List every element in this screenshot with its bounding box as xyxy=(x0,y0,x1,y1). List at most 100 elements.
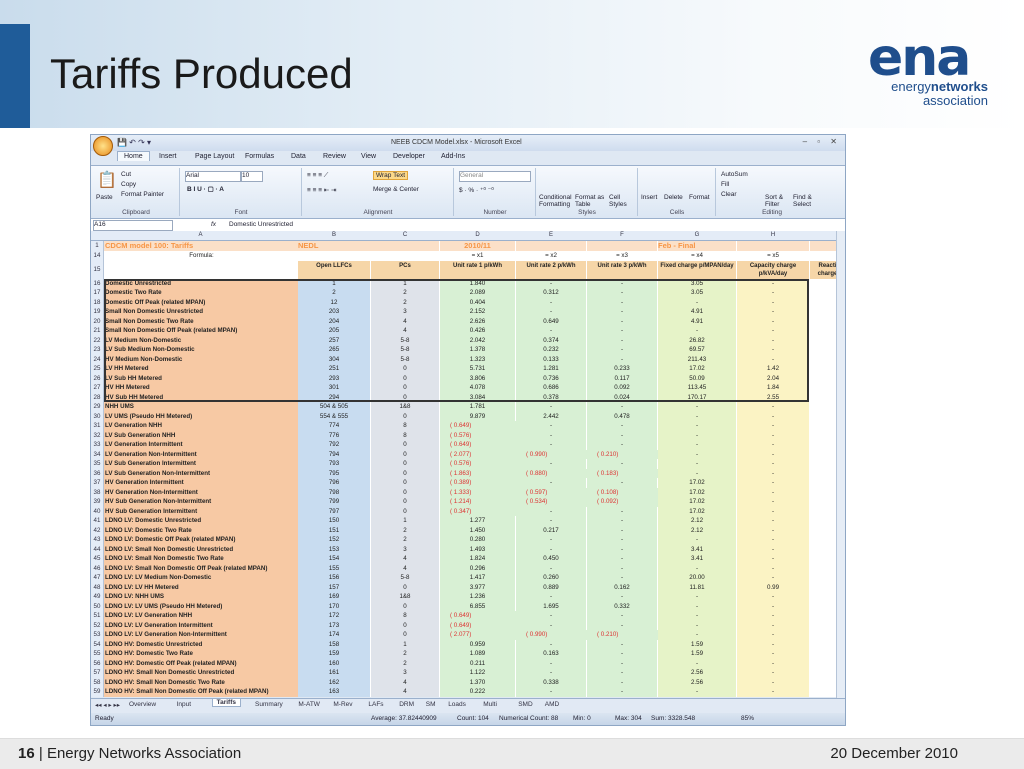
cell-ce[interactable]: - xyxy=(516,278,586,288)
cell-ch[interactable]: - xyxy=(737,402,809,412)
wrap-text-button[interactable]: Wrap Text xyxy=(373,171,409,180)
cell-ce[interactable]: - xyxy=(516,611,586,621)
cell-cf[interactable]: ( 0.210) xyxy=(587,449,667,459)
cell-ch[interactable]: - xyxy=(737,592,809,602)
cell-ce[interactable]: - xyxy=(516,544,586,554)
cell-ca[interactable]: Small Non Domestic Unrestricted xyxy=(104,307,298,317)
cell-cd[interactable]: 2.042 xyxy=(440,335,515,345)
cell-rn[interactable]: 26 xyxy=(91,373,104,383)
cell-cb[interactable]: 304 xyxy=(298,354,370,364)
cell-cg[interactable]: - xyxy=(658,421,736,431)
cell-cb[interactable]: 152 xyxy=(298,535,370,545)
cell-rn[interactable]: 1 xyxy=(91,241,104,251)
cell-cf[interactable]: ( 0.210) xyxy=(587,630,667,640)
cell-cd[interactable]: 0.404 xyxy=(440,297,515,307)
cell-cg[interactable]: - xyxy=(658,411,736,421)
cell-cd[interactable]: ( 0.389) xyxy=(440,478,525,488)
cell-cf[interactable]: - xyxy=(587,544,657,554)
cell-rn[interactable]: 41 xyxy=(91,516,104,526)
cell-ch[interactable]: - xyxy=(737,421,809,431)
cell-cf[interactable]: - xyxy=(587,430,657,440)
cell-cg[interactable]: 26.82 xyxy=(658,335,736,345)
cell-rn[interactable]: 51 xyxy=(91,611,104,621)
cell-ch[interactable]: - xyxy=(737,430,809,440)
cell-cf[interactable]: 0.117 xyxy=(587,373,657,383)
cell-cc[interactable]: 2 xyxy=(371,525,439,535)
autosum-button[interactable]: AutoSum xyxy=(721,171,748,178)
cell-rn[interactable]: 37 xyxy=(91,478,104,488)
cell-ce[interactable]: 0.163 xyxy=(516,649,586,659)
cell-ce[interactable]: ( 0.990) xyxy=(516,630,596,640)
cell-ca[interactable]: HV Sub Generation Intermittent xyxy=(104,506,298,516)
cell-cc[interactable]: PCs xyxy=(371,260,439,280)
cell-ce[interactable]: - xyxy=(516,421,586,431)
sheet-tab-multi[interactable]: Multi xyxy=(483,701,497,708)
cell-ca[interactable]: LDNO LV: Small Non Domestic Unrestricted xyxy=(104,544,298,554)
column-header-A[interactable]: A xyxy=(104,232,297,238)
cell-cc[interactable]: 0 xyxy=(371,411,439,421)
cell-rn[interactable]: 28 xyxy=(91,392,104,402)
cell-rn[interactable]: 46 xyxy=(91,563,104,573)
cell-cb[interactable]: 504 & 505 xyxy=(298,402,370,412)
cell-cc[interactable]: 1&8 xyxy=(371,592,439,602)
cell-ce[interactable]: - xyxy=(516,668,586,678)
cell-ce[interactable]: - xyxy=(516,639,586,649)
cell-cc[interactable]: 1&8 xyxy=(371,402,439,412)
cell-rn[interactable]: 49 xyxy=(91,592,104,602)
cell-rn[interactable]: 44 xyxy=(91,544,104,554)
cell-rn[interactable]: 58 xyxy=(91,677,104,687)
cell-ca[interactable]: LDNO LV: Domestic Unrestricted xyxy=(104,516,298,526)
quick-access-toolbar[interactable]: 💾 ↶ ↷ ▾ xyxy=(117,138,151,147)
cell-cg[interactable]: - xyxy=(658,535,736,545)
tab-view[interactable]: View xyxy=(361,153,376,160)
cell-rn[interactable]: 34 xyxy=(91,449,104,459)
column-header-E[interactable]: E xyxy=(516,232,586,238)
cell-cf[interactable]: - xyxy=(587,345,657,355)
cell-cf[interactable]: - xyxy=(587,687,657,697)
cell-cd[interactable]: ( 0.649) xyxy=(440,421,525,431)
cell-rn[interactable]: 43 xyxy=(91,535,104,545)
cell-cg[interactable]: - xyxy=(658,440,736,450)
cell-ca[interactable]: HV Generation Intermittent xyxy=(104,478,298,488)
cell-ce[interactable]: Unit rate 2 p/kWh xyxy=(516,260,586,280)
cell-cf[interactable]: - xyxy=(587,677,657,687)
cell-ca[interactable]: LV Sub Generation Non-Intermittent xyxy=(104,468,298,478)
cell-cg[interactable]: 2.12 xyxy=(658,525,736,535)
cell-ce[interactable]: 0.338 xyxy=(516,677,586,687)
cell-cb[interactable]: 161 xyxy=(298,668,370,678)
sheet-tab-m-atw[interactable]: M-ATW xyxy=(298,701,320,708)
fill-button[interactable]: Fill xyxy=(721,181,729,188)
cell-cd[interactable]: ( 0.347) xyxy=(440,506,525,516)
cell-cg[interactable]: - xyxy=(658,620,736,630)
cell-ce[interactable]: 1.281 xyxy=(516,364,586,374)
cell-cb[interactable]: 12 xyxy=(298,297,370,307)
cell-ca[interactable]: LV Sub Generation NHH xyxy=(104,430,298,440)
cell-cg[interactable]: 20.00 xyxy=(658,573,736,583)
cell-rn[interactable]: 50 xyxy=(91,601,104,611)
cell-cb[interactable]: 156 xyxy=(298,573,370,583)
cell-rn[interactable]: 22 xyxy=(91,335,104,345)
cell-ch[interactable]: - xyxy=(737,354,809,364)
cell-rn[interactable]: 25 xyxy=(91,364,104,374)
cell-ce[interactable]: - xyxy=(516,592,586,602)
cell-cf[interactable]: - xyxy=(587,335,657,345)
cell-ca[interactable]: LV Sub Medium Non-Domestic xyxy=(104,345,298,355)
cell-rn[interactable]: 42 xyxy=(91,525,104,535)
cell-cg[interactable]: Feb - Final xyxy=(658,241,736,251)
cell-cg[interactable]: 1.59 xyxy=(658,639,736,649)
cell-ca[interactable]: LDNO LV: Domestic Two Rate xyxy=(104,525,298,535)
fx-icon[interactable]: fx xyxy=(211,221,216,228)
cell-ce[interactable]: - xyxy=(516,459,586,469)
cell-ca[interactable]: LDNO LV: Domestic Off Peak (related MPAN… xyxy=(104,535,298,545)
cell-rn[interactable]: 24 xyxy=(91,354,104,364)
cell-cd[interactable]: Unit rate 1 p/kWh xyxy=(440,260,515,280)
column-header-D[interactable]: D xyxy=(440,232,515,238)
cell-ch[interactable]: 2.55 xyxy=(737,392,809,402)
cell-ch[interactable]: - xyxy=(737,278,809,288)
cell-ce[interactable]: 0.736 xyxy=(516,373,586,383)
cell-cb[interactable]: 158 xyxy=(298,639,370,649)
cell-cf[interactable]: - xyxy=(587,326,657,336)
cell-cg[interactable]: - xyxy=(658,601,736,611)
cell-cc[interactable]: 4 xyxy=(371,677,439,687)
cell-ce[interactable]: = x2 xyxy=(516,251,586,261)
